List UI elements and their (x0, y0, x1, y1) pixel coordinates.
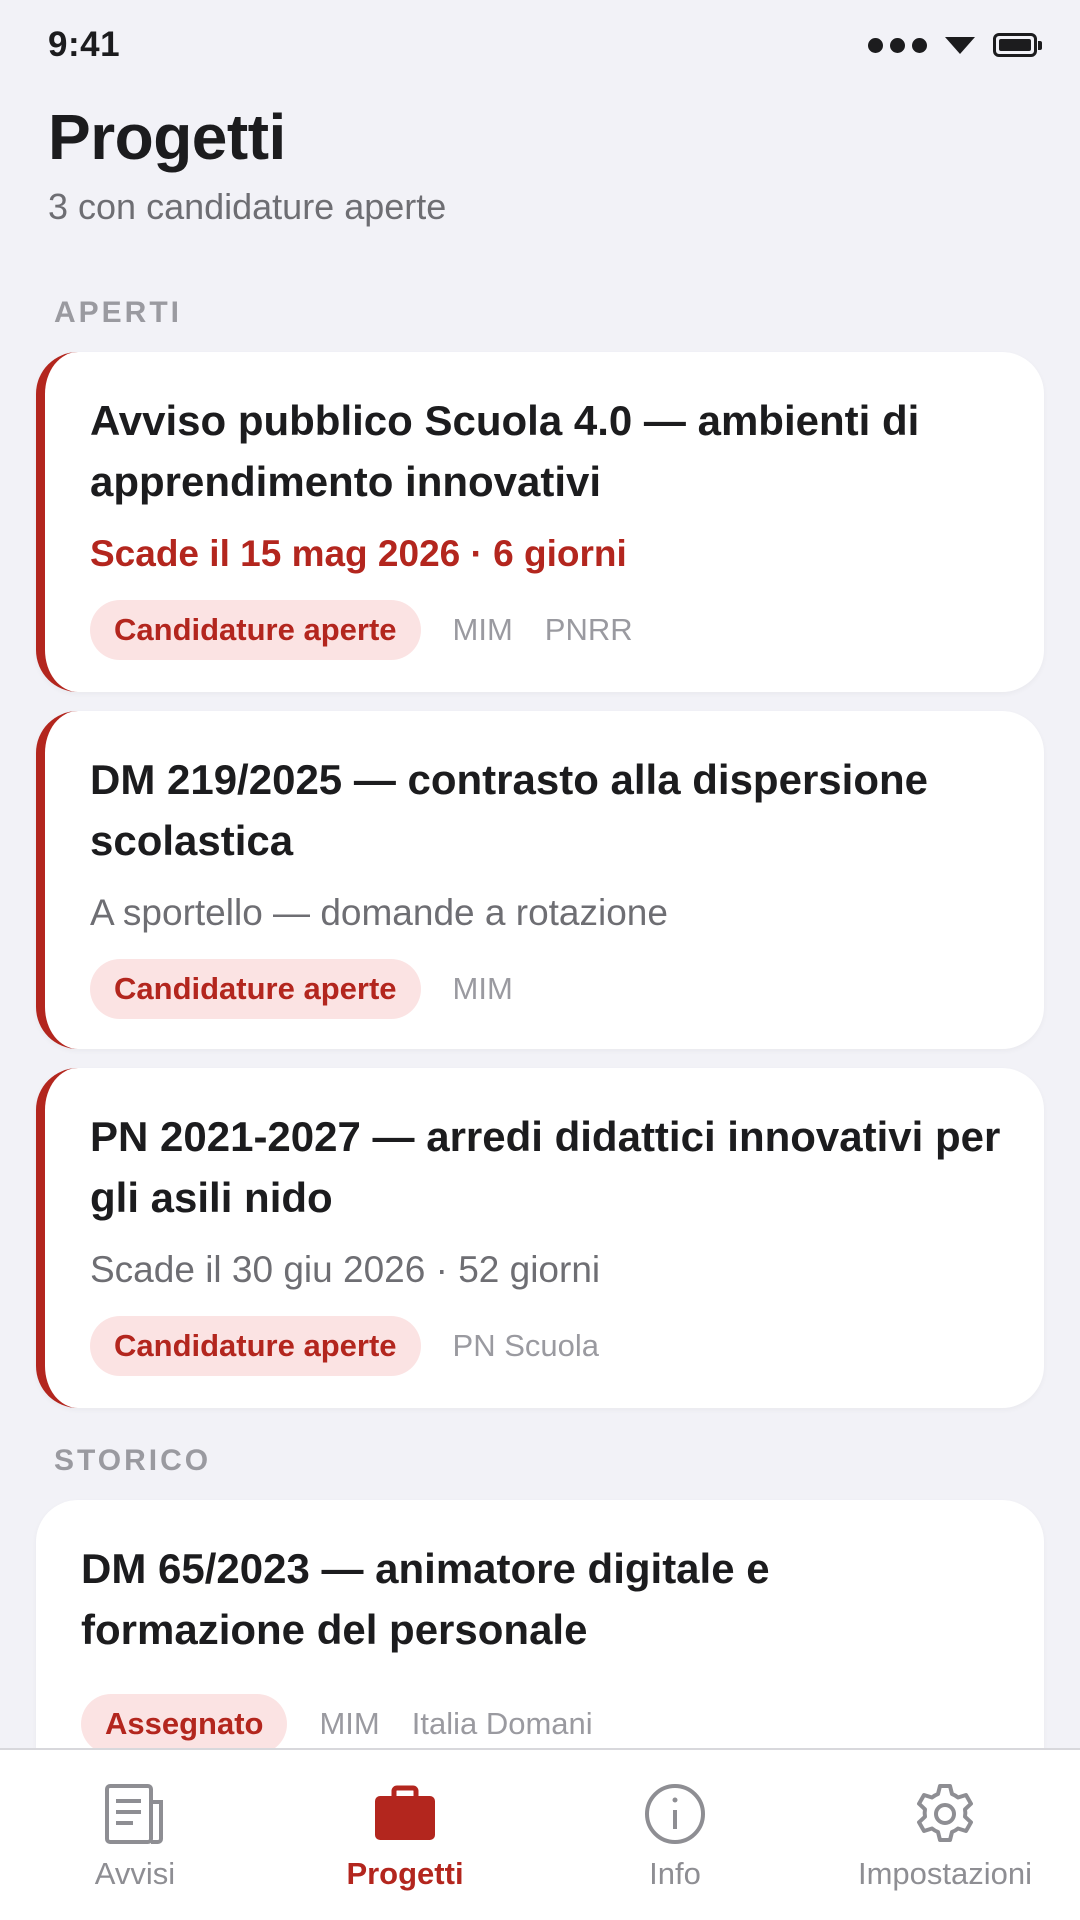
info-icon (643, 1782, 707, 1846)
status-badge: Assegnato (81, 1694, 288, 1754)
status-bar: 9:41 (0, 0, 1080, 90)
tag: PNRR (544, 612, 633, 647)
deadline-text: Scade il 15 mag 2026 · 6 giorni (90, 533, 627, 574)
tag: MIM (319, 1706, 380, 1741)
tag-row: Candidature aperte MIM (90, 959, 1004, 1019)
section-label-history: STORICO (54, 1444, 212, 1477)
tab-label: Info (649, 1856, 701, 1891)
tab-label: Impostazioni (857, 1856, 1033, 1891)
tag-row: Candidature aperte PN Scuola (90, 1316, 1004, 1376)
tab-impostazioni[interactable]: Impostazioni (810, 1750, 1080, 1920)
status-badge: Candidature aperte (90, 600, 421, 660)
cellular-signal-icon (868, 37, 927, 53)
page-subtitle: 3 con candidature aperte (48, 186, 447, 227)
tag: PN Scuola (452, 1328, 599, 1363)
tab-progetti[interactable]: Progetti (270, 1750, 540, 1920)
status-time: 9:41 (48, 25, 121, 64)
project-title: DM 65/2023 — animatore digitale e formaz… (81, 1545, 770, 1653)
tab-avvisi[interactable]: Avvisi (0, 1750, 270, 1920)
deadline-text: Scade il 30 giu 2026 · 52 giorni (90, 1249, 601, 1290)
battery-icon (993, 33, 1042, 57)
tag: Italia Domani (411, 1706, 593, 1741)
tag: MIM (452, 971, 513, 1006)
tab-label: Progetti (346, 1856, 464, 1891)
project-card[interactable]: PN 2021-2027 — arredi didattici innovati… (36, 1068, 1044, 1408)
page-title: Progetti (48, 101, 286, 173)
tag: MIM (452, 612, 513, 647)
document-icon (103, 1782, 167, 1846)
deadline-text: A sportello — domande a rotazione (90, 892, 668, 933)
status-badge: Candidature aperte (90, 959, 421, 1019)
project-title: DM 219/2025 — contrasto alla dispersione… (90, 756, 928, 864)
tab-info[interactable]: Info (540, 1750, 810, 1920)
wifi-icon (945, 36, 975, 54)
status-icons (868, 33, 1042, 57)
section-label-open: APERTI (54, 296, 183, 329)
projects-screen: 9:41 Progetti 3 con candidature aperte A… (0, 0, 1080, 1920)
tab-label: Avvisi (94, 1856, 176, 1891)
project-title: PN 2021-2027 — arredi didattici innovati… (90, 1113, 1001, 1221)
project-title: Avviso pubblico Scuola 4.0 — ambienti di… (90, 397, 920, 505)
gear-icon (913, 1782, 977, 1846)
tag-row: Assegnato MIM Italia Domani (81, 1694, 1004, 1754)
project-card[interactable]: Avviso pubblico Scuola 4.0 — ambienti di… (36, 352, 1044, 692)
status-badge: Candidature aperte (90, 1316, 421, 1376)
project-card[interactable]: DM 219/2025 — contrasto alla dispersione… (36, 711, 1044, 1049)
briefcase-icon (373, 1782, 437, 1846)
tag-row: Candidature aperte MIM PNRR (90, 600, 1004, 660)
tab-bar: Avvisi Progetti Info Impostazioni (0, 1748, 1080, 1920)
